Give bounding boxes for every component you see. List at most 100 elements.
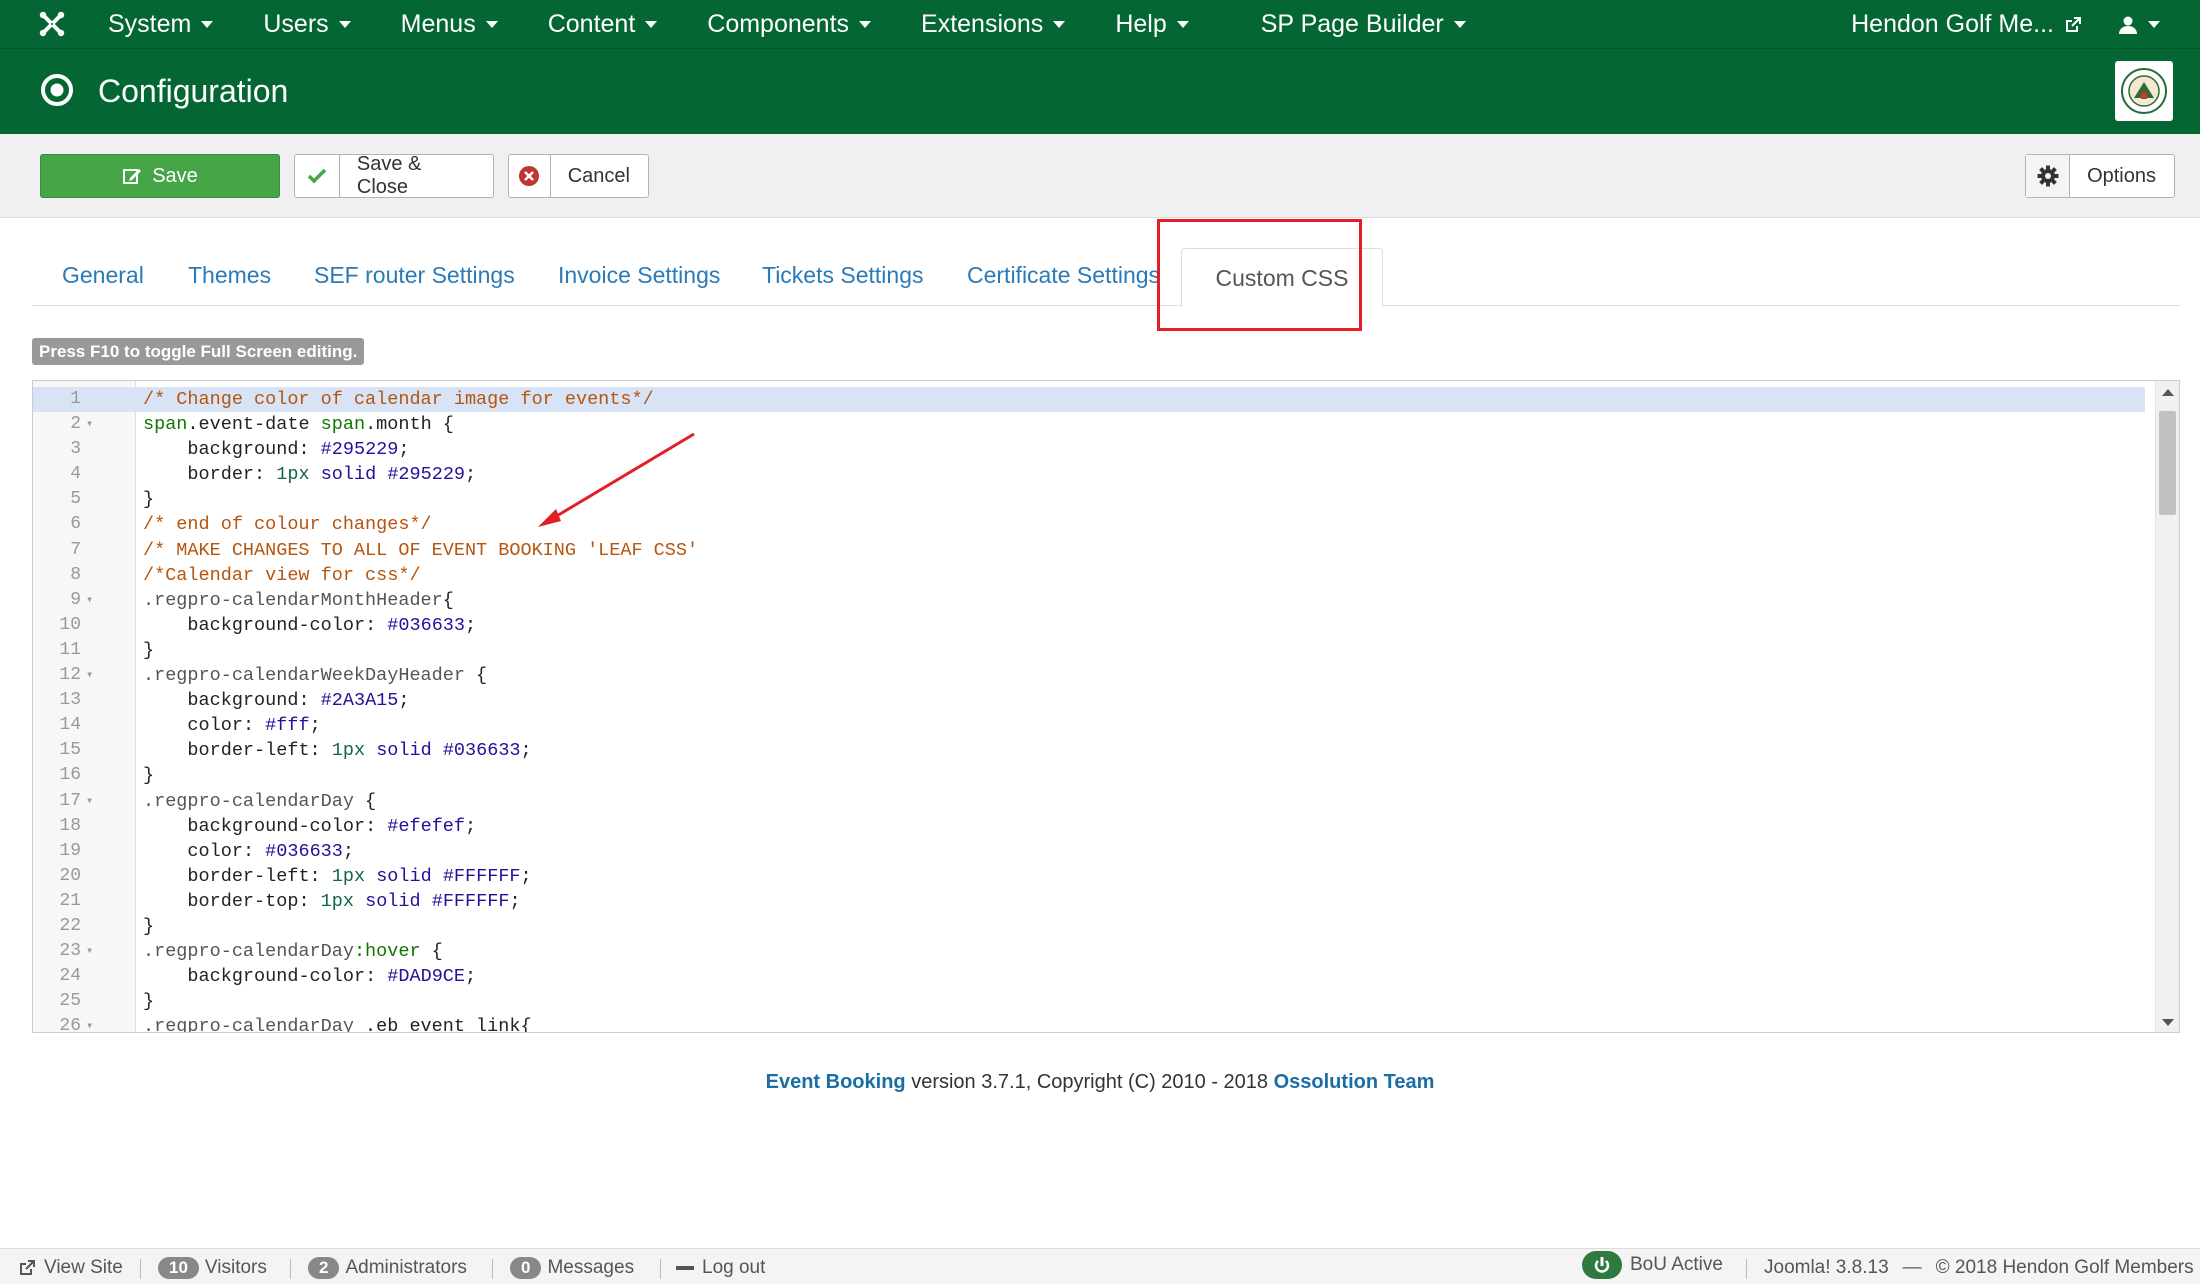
- line-number: 15: [59, 740, 81, 761]
- code-line[interactable]: 26 ▾ .regpro-calendarDay .eb_event_link{: [33, 1014, 2145, 1032]
- administrators-badge: 2: [308, 1257, 340, 1279]
- code-text: }: [143, 639, 155, 661]
- code-line[interactable]: 6 /* end of colour changes*/: [33, 512, 2145, 537]
- visitors-label: Visitors: [204, 1257, 267, 1278]
- version-text: version 3.7.1, Copyright (C) 2010 - 2018: [905, 1071, 1274, 1093]
- code-line[interactable]: 17 ▾ .regpro-calendarDay {: [33, 789, 2145, 814]
- code-line[interactable]: 4 border: 1px solid #295229;: [33, 462, 2145, 487]
- menu-help[interactable]: Help: [1089, 0, 1212, 49]
- save-button[interactable]: Save: [40, 154, 280, 198]
- menu-components[interactable]: Components: [681, 0, 895, 49]
- code-line[interactable]: 13 background: #2A3A15;: [33, 688, 2145, 713]
- fold-toggle-icon[interactable]: ▾: [86, 1014, 93, 1032]
- minus-icon: [676, 1266, 694, 1270]
- logout-link[interactable]: Log out: [676, 1257, 765, 1279]
- code-line[interactable]: 3 background: #295229;: [33, 437, 2145, 462]
- code-line[interactable]: 10 background-color: #036633;: [33, 613, 2145, 638]
- menu-system[interactable]: System: [82, 0, 237, 49]
- code-text: border-left: 1px solid #FFFFFF;: [187, 865, 532, 887]
- save-label: Save: [152, 164, 198, 187]
- ossolution-team-link[interactable]: Ossolution Team: [1274, 1071, 1435, 1093]
- bou-status[interactable]: BoU Active: [1582, 1251, 1723, 1279]
- chevron-down-icon: [485, 20, 498, 28]
- menu-content[interactable]: Content: [522, 0, 682, 49]
- user-menu[interactable]: [2118, 15, 2200, 35]
- line-number: 13: [59, 690, 81, 711]
- save-close-button[interactable]: Save & Close: [294, 153, 494, 198]
- tab-custom-css[interactable]: Custom CSS: [1181, 248, 1383, 307]
- code-line[interactable]: 1 /* Change color of calendar image for e…: [33, 387, 2145, 413]
- code-line[interactable]: 2 ▾ span.event-date span.month {: [33, 412, 2145, 437]
- view-site-link[interactable]: View Site: [18, 1257, 123, 1279]
- code-line[interactable]: 25}: [33, 989, 2145, 1014]
- line-number: 2: [70, 414, 81, 435]
- code-line[interactable]: 7 /* MAKE CHANGES TO ALL OF EVENT BOOKING…: [33, 538, 2145, 563]
- joomla-version-label: Joomla! 3.8.13: [1764, 1257, 1889, 1278]
- code-line[interactable]: 24 background-color: #DAD9CE;: [33, 964, 2145, 989]
- line-number: 5: [70, 489, 81, 510]
- messages-counter[interactable]: 0 Messages: [510, 1257, 634, 1279]
- tab-invoice-settings[interactable]: Invoice Settings: [558, 262, 720, 289]
- menu-menus[interactable]: Menus: [375, 0, 522, 49]
- menu-label: Content: [547, 9, 636, 38]
- tab-general[interactable]: General: [62, 262, 144, 289]
- line-number: 21: [59, 890, 81, 911]
- fullscreen-hint-label: Press F10 to toggle Full Screen editing.: [32, 338, 365, 365]
- line-number: 1: [70, 389, 81, 409]
- code-line[interactable]: 14 color: #fff;: [33, 713, 2145, 738]
- menu-users[interactable]: Users: [237, 0, 374, 49]
- code-line[interactable]: 5}: [33, 487, 2145, 512]
- code-line[interactable]: 18 background-color: #efefef;: [33, 814, 2145, 839]
- code-line[interactable]: 9 ▾ .regpro-calendarMonthHeader{: [33, 588, 2145, 613]
- tab-sef-router-settings[interactable]: SEF router Settings: [314, 262, 515, 289]
- joomla-logo-icon[interactable]: [22, 0, 82, 49]
- fold-toggle-icon[interactable]: ▾: [86, 588, 93, 613]
- code-text: .regpro-calendarDay {: [143, 790, 377, 812]
- code-line[interactable]: 16}: [33, 763, 2145, 788]
- tab-themes[interactable]: Themes: [188, 262, 271, 289]
- css-code-editor[interactable]: 1 /* Change color of calendar image for e…: [32, 380, 2180, 1033]
- code-line[interactable]: 12 ▾ .regpro-calendarWeekDayHeader {: [33, 663, 2145, 688]
- code-text: /* Change color of calendar image for ev…: [143, 389, 654, 410]
- menu-extensions[interactable]: Extensions: [895, 0, 1089, 49]
- user-icon: [2119, 16, 2137, 34]
- code-text: }: [143, 915, 155, 937]
- page-title: Configuration: [98, 73, 289, 109]
- menu-label: Help: [1115, 9, 1167, 38]
- code-text: }: [143, 489, 155, 511]
- scroll-up-icon[interactable]: [2162, 389, 2174, 396]
- scroll-thumb[interactable]: [2159, 411, 2176, 515]
- code-text: color: #036633;: [187, 840, 354, 862]
- fold-toggle-icon[interactable]: ▾: [86, 939, 93, 964]
- menu-label: System: [108, 9, 192, 38]
- code-line[interactable]: 19 color: #036633;: [33, 839, 2145, 864]
- line-number: 14: [59, 715, 81, 736]
- status-bar: View Site 10 Visitors 2 Administrators 0…: [0, 1248, 2200, 1284]
- code-text: border-top: 1px solid #FFFFFF;: [187, 890, 521, 912]
- editor-scrollbar[interactable]: [2155, 381, 2179, 1032]
- code-line[interactable]: 11}: [33, 638, 2145, 663]
- scroll-down-icon[interactable]: [2162, 1019, 2174, 1026]
- fold-toggle-icon[interactable]: ▾: [86, 412, 93, 437]
- code-line[interactable]: 8 /*Calendar view for css*/: [33, 563, 2145, 588]
- code-line[interactable]: 23 ▾ .regpro-calendarDay:hover {: [33, 939, 2145, 964]
- site-name-link[interactable]: Hendon Golf Me...: [1851, 10, 2118, 39]
- code-line[interactable]: 15 border-left: 1px solid #036633;: [33, 738, 2145, 763]
- code-text: span.event-date span.month {: [143, 414, 454, 436]
- fold-toggle-icon[interactable]: ▾: [86, 789, 93, 814]
- code-text: background-color: #DAD9CE;: [187, 966, 477, 988]
- cancel-button[interactable]: Cancel: [508, 154, 649, 198]
- code-text: background-color: #036633;: [187, 614, 477, 636]
- menu-label: Extensions: [921, 9, 1044, 38]
- chevron-down-icon: [201, 20, 214, 28]
- fold-toggle-icon[interactable]: ▾: [86, 663, 93, 688]
- options-button[interactable]: Options: [2025, 154, 2175, 198]
- code-line[interactable]: 22}: [33, 914, 2145, 939]
- cancel-circle-icon: [509, 155, 551, 197]
- tab-tickets-settings[interactable]: Tickets Settings: [762, 262, 923, 289]
- menu-sp-page-builder[interactable]: SP Page Builder: [1235, 0, 1490, 49]
- event-booking-link[interactable]: Event Booking: [766, 1071, 906, 1093]
- tab-certificate-settings[interactable]: Certificate Settings: [967, 262, 1160, 289]
- code-line[interactable]: 20 border-left: 1px solid #FFFFFF;: [33, 864, 2145, 889]
- code-line[interactable]: 21 border-top: 1px solid #FFFFFF;: [33, 889, 2145, 914]
